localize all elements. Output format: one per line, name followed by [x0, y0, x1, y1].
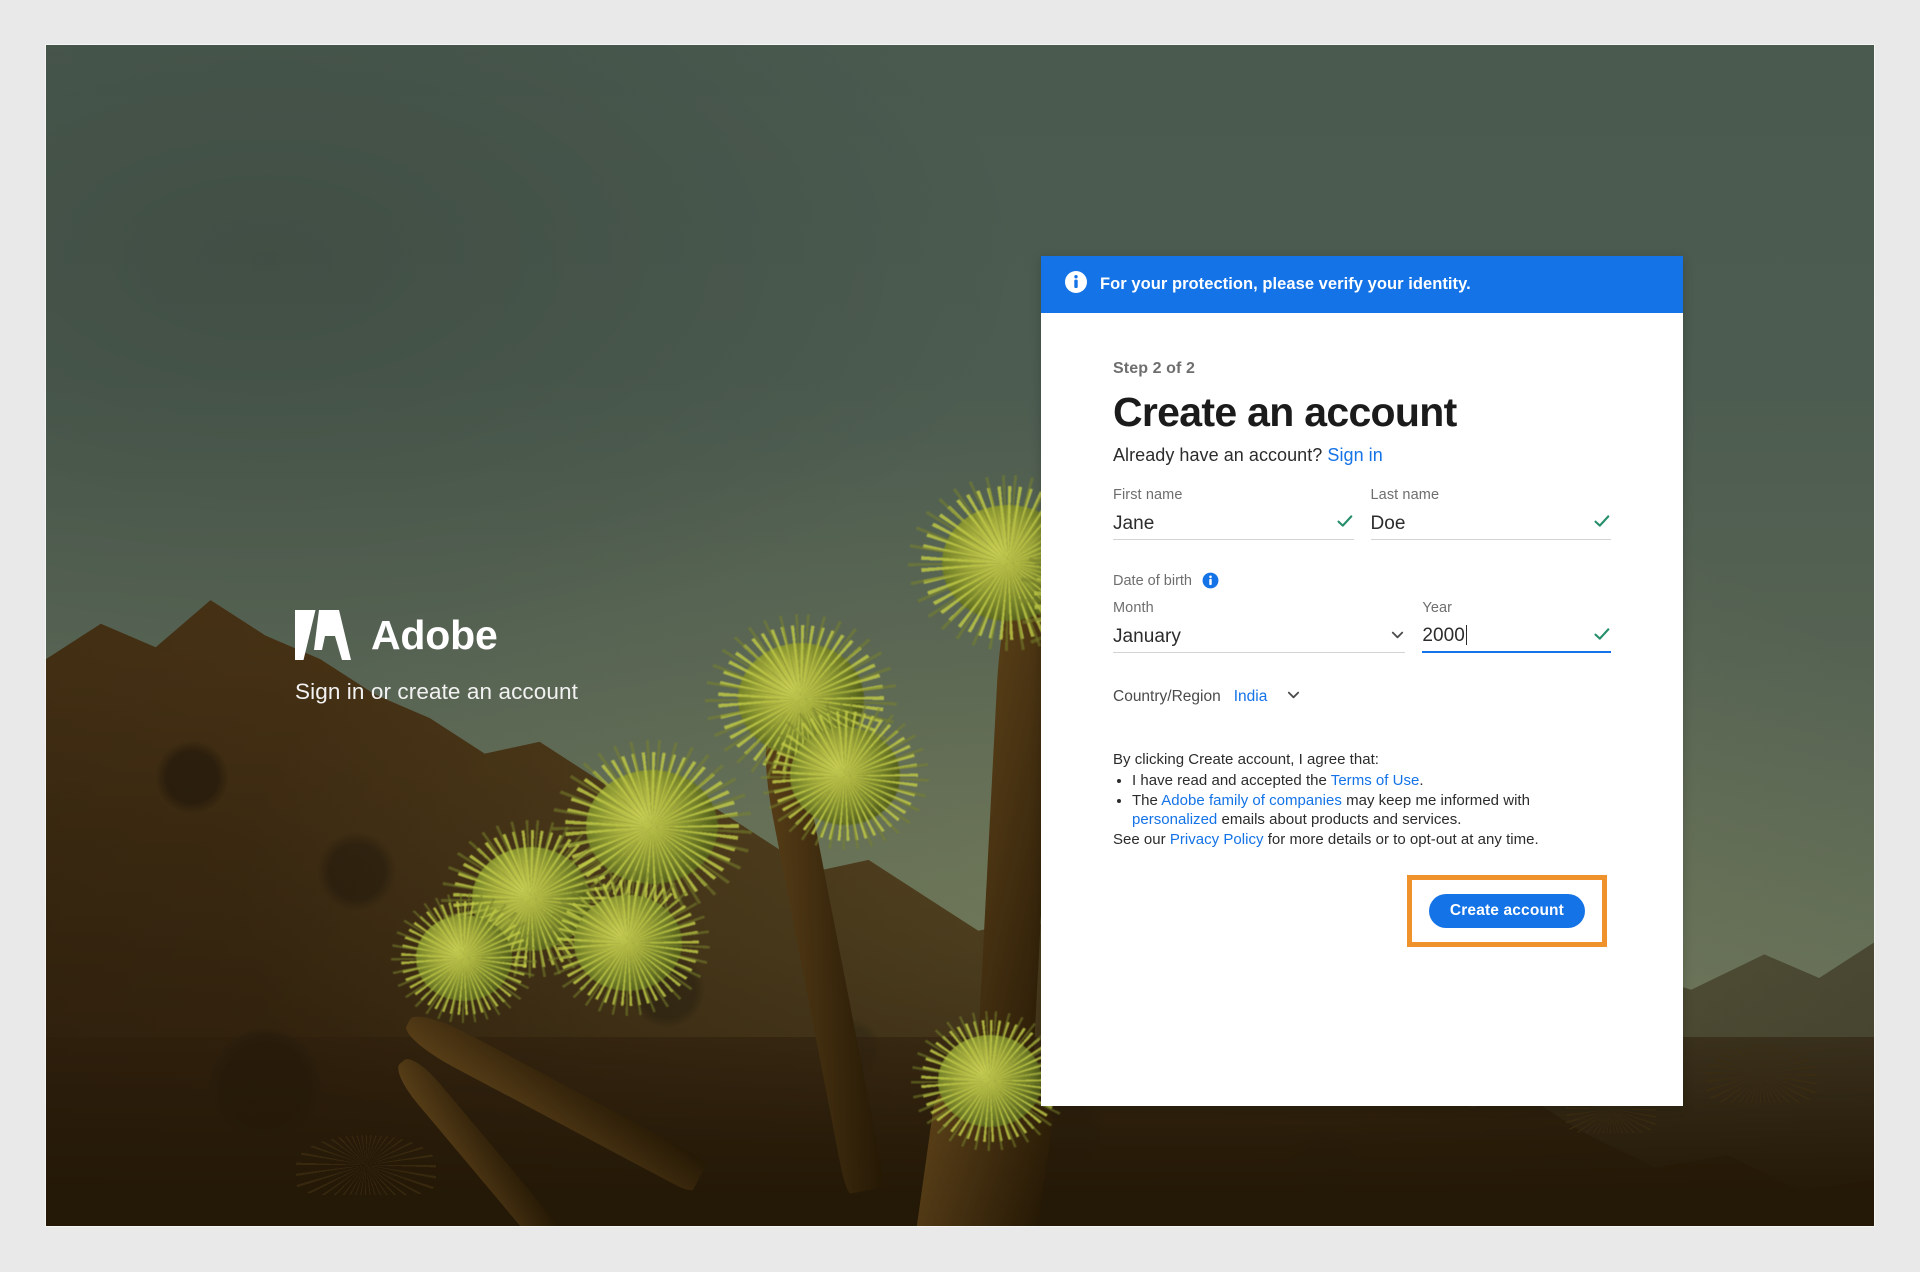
last-name-input[interactable]: Doe [1370, 508, 1611, 541]
adobe-family-of-companies-link[interactable]: Adobe family of companies [1161, 792, 1342, 809]
legal-privacy-line: See our Privacy Policy for more details … [1113, 830, 1611, 849]
create-account-button[interactable]: Create account [1428, 893, 1585, 928]
date-of-birth-label: Date of birth [1113, 572, 1192, 589]
first-name-value: Jane [1113, 512, 1155, 534]
legal-privacy-pre: See our [1113, 831, 1170, 849]
terms-of-use-link[interactable]: Terms of Use [1331, 772, 1420, 789]
last-name-label: Last name [1370, 487, 1440, 504]
country-region-row: Country/Region India [1113, 687, 1611, 707]
card-body: Step 2 of 2 Create an account Already ha… [1041, 313, 1683, 947]
verify-identity-banner: For your protection, please verify your … [1041, 256, 1683, 313]
first-name-field-group: First name Jane [1113, 487, 1354, 541]
year-value-wrap: 2000 [1422, 625, 1587, 647]
step-indicator: Step 2 of 2 [1113, 360, 1196, 377]
browser-viewport: Adobe Sign in or create an account For y… [46, 45, 1874, 1226]
last-name-field-group: Last name Doe [1370, 487, 1611, 541]
month-value: January [1113, 625, 1181, 647]
adobe-a-logo-icon [295, 610, 351, 660]
legal-bullet-terms: I have read and accepted the Terms of Us… [1132, 771, 1611, 790]
name-fields-row: First name Jane Last name Doe [1113, 487, 1611, 541]
last-name-value: Doe [1370, 512, 1406, 534]
privacy-policy-link[interactable]: Privacy Policy [1170, 831, 1264, 848]
info-circle-icon[interactable] [1202, 572, 1219, 589]
year-field-group: Year 2000 [1422, 600, 1611, 654]
chevron-down-icon[interactable] [1280, 687, 1301, 707]
adobe-branding: Adobe Sign in or create an account [295, 610, 578, 705]
sign-in-link[interactable]: Sign in [1327, 445, 1382, 465]
legal-bullet-marketing-post: emails about products and services. [1217, 811, 1462, 829]
legal-bullet-terms-post: . [1419, 772, 1424, 790]
check-icon [1587, 625, 1611, 648]
first-name-label: First name [1113, 487, 1183, 504]
legal-bullet-marketing-mid: may keep me informed with [1341, 792, 1530, 810]
first-name-input[interactable]: Jane [1113, 508, 1354, 541]
month-select[interactable]: January [1113, 621, 1406, 654]
screenshot-root: Adobe Sign in or create an account For y… [0, 0, 1920, 1272]
create-account-card: For your protection, please verify your … [1041, 256, 1683, 1106]
legal-privacy-post: for more details or to opt-out at any ti… [1263, 831, 1539, 849]
year-value: 2000 [1422, 625, 1465, 647]
personalized-link[interactable]: personalized [1132, 811, 1217, 828]
chevron-down-icon [1384, 627, 1405, 647]
text-cursor [1465, 625, 1467, 646]
annotation-highlight-box: Create account [1406, 874, 1607, 947]
country-region-value[interactable]: India [1234, 688, 1268, 706]
country-region-label: Country/Region [1113, 688, 1221, 706]
legal-intro: By clicking Create account, I agree that… [1113, 751, 1379, 769]
legal-consent-block: By clicking Create account, I agree that… [1113, 750, 1611, 849]
legal-bullet-terms-pre: I have read and accepted the [1132, 772, 1331, 790]
month-field-group: Month January [1113, 600, 1406, 654]
signin-prompt-row: Already have an account? Sign in [1113, 445, 1611, 466]
legal-bullet-list: I have read and accepted the Terms of Us… [1113, 771, 1611, 829]
legal-bullet-marketing: The Adobe family of companies may keep m… [1132, 791, 1611, 829]
adobe-wordmark: Adobe [371, 611, 498, 658]
legal-bullet-marketing-pre: The [1132, 792, 1162, 810]
month-label: Month [1113, 600, 1154, 617]
brand-tagline: Sign in or create an account [295, 679, 578, 704]
submit-area: Create account [1113, 874, 1611, 947]
year-label: Year [1422, 600, 1453, 617]
info-circle-icon [1065, 271, 1087, 298]
dob-fields-row: Month January Year 2000 [1113, 600, 1611, 654]
foreground-shrub [1706, 1045, 1816, 1103]
year-input[interactable]: 2000 [1422, 621, 1611, 654]
foreground-shrub [296, 1135, 436, 1195]
banner-message: For your protection, please verify your … [1100, 275, 1471, 293]
date-of-birth-label-row: Date of birth [1113, 572, 1611, 589]
check-icon [1587, 512, 1611, 535]
page-title: Create an account [1113, 389, 1457, 435]
check-icon [1330, 512, 1354, 535]
signin-prompt-text: Already have an account? [1113, 445, 1323, 466]
